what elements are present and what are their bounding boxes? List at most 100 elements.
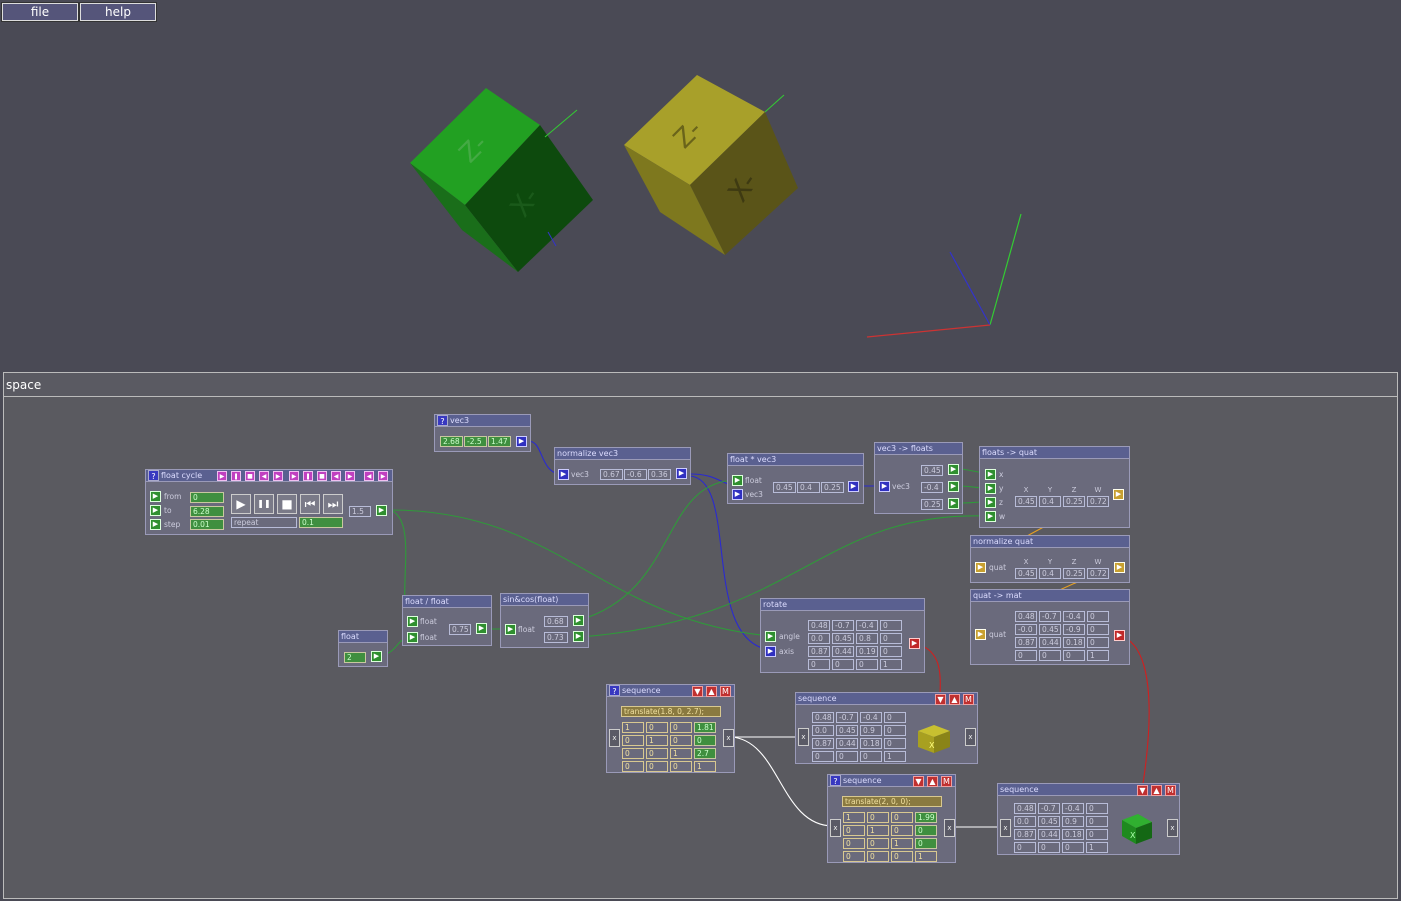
cycle-mode-button-6[interactable]: ▶	[289, 471, 299, 481]
sin-cos-node[interactable]: sin&cos(float) ▶ float 0.68 0.73 ▶ ▶	[500, 593, 589, 648]
menu-button[interactable]: M	[720, 686, 731, 697]
dividend-input-port[interactable]: ▶	[407, 616, 418, 627]
float-divide-output-port[interactable]: ▶	[476, 623, 487, 634]
sequence-1-output-port[interactable]: x	[723, 729, 734, 747]
cycle-mode-button-4[interactable]: ◀	[259, 471, 269, 481]
forward-button[interactable]: ⏭	[323, 494, 343, 514]
file-menu-button[interactable]: file	[1, 2, 79, 22]
float-cycle-node[interactable]: ? float cycle ▶ ❚ ■ ◀ ▶ ▶ ❚ ■ ◀ ▶ ◀ ▶ ▶ ▶…	[145, 469, 393, 535]
sequence-node-4[interactable]: sequence ▼ ▲ M x 0.48 -0.7 -0.4 0 0.0 0.45 0.9…	[997, 783, 1180, 855]
help-button[interactable]: ?	[609, 685, 620, 696]
sequence-2-input-port[interactable]: x	[798, 728, 809, 746]
normalize-quat-input-port[interactable]: ▶	[975, 562, 986, 573]
floats-to-quat-node[interactable]: floats -> quat ▶ ▶ ▶ ▶ x y z w X Y Z W 0…	[979, 446, 1130, 528]
quat-output-port[interactable]: ▶	[1113, 489, 1124, 500]
move-up-button[interactable]: ▲	[706, 686, 717, 697]
vec3-output-port[interactable]: ▶	[516, 436, 527, 447]
float-node[interactable]: float 2 ▶	[338, 630, 388, 667]
quat-to-mat-node[interactable]: quat -> mat ▶ quat 0.48 -0.7 -0.4 0 -0.0 0.45…	[970, 589, 1130, 665]
axis-input-port[interactable]: ▶	[765, 646, 776, 657]
move-down-button[interactable]: ▼	[913, 776, 924, 787]
sequence-3-output-port[interactable]: x	[944, 819, 955, 837]
cycle-output-port[interactable]: ▶	[376, 505, 387, 516]
play-button[interactable]: ▶	[231, 494, 251, 514]
float-divide-node[interactable]: float / float ▶ ▶ float float 0.75 ▶	[402, 595, 492, 646]
cycle-rate-field[interactable]: 0.1	[299, 517, 343, 528]
sequence-node-3[interactable]: ? sequence ▼ ▲ M x translate(2, 0, 0); 10…	[827, 774, 956, 863]
to-input-port[interactable]: ▶	[150, 505, 161, 516]
rotate-output-port[interactable]: ▶	[909, 638, 920, 649]
cycle-mode-button-1[interactable]: ▶	[217, 471, 227, 481]
help-button[interactable]: ?	[830, 775, 841, 786]
float-times-vec3-node[interactable]: float * vec3 ▶ float ▶ vec3 0.45 0.4 0.2…	[727, 453, 864, 504]
floatvec3-output-port[interactable]: ▶	[848, 481, 859, 492]
quat-to-mat-output-port[interactable]: ▶	[1114, 630, 1125, 641]
menu-button[interactable]: M	[963, 694, 974, 705]
3d-viewport[interactable]: Z- X- Z- X-	[0, 0, 1401, 372]
sin-cos-input-port[interactable]: ▶	[505, 624, 516, 635]
sequence-2-output-port[interactable]: x	[965, 728, 976, 746]
vec3-z-field[interactable]: 1.47	[488, 436, 511, 447]
quat-to-mat-input-port[interactable]: ▶	[975, 629, 986, 640]
to-field[interactable]: 6.28	[190, 506, 224, 517]
move-up-button[interactable]: ▲	[927, 776, 938, 787]
move-down-button[interactable]: ▼	[935, 694, 946, 705]
move-down-button[interactable]: ▼	[692, 686, 703, 697]
from-field[interactable]: 0	[190, 492, 224, 503]
cycle-mode-button-8[interactable]: ■	[317, 471, 327, 481]
divisor-input-port[interactable]: ▶	[407, 632, 418, 643]
float-input-port[interactable]: ▶	[732, 475, 743, 486]
rewind-button[interactable]: ⏮	[300, 494, 320, 514]
normalize-quat-output-port[interactable]: ▶	[1114, 562, 1125, 573]
floats-z-output-port[interactable]: ▶	[948, 498, 959, 509]
cycle-mode-button-2[interactable]: ❚	[231, 471, 241, 481]
quat-z-input-port[interactable]: ▶	[985, 497, 996, 508]
space-panel[interactable]: space	[3, 372, 1398, 899]
float-value-field[interactable]: 2	[344, 652, 366, 663]
cos-output-port[interactable]: ▶	[573, 631, 584, 642]
sequence-node-1[interactable]: ? sequence ▼ ▲ M x translate(1.8, 0, 2.7)…	[606, 684, 735, 773]
sequence-4-input-port[interactable]: x	[1000, 819, 1011, 837]
vec3-node[interactable]: ? vec3 2.68 -2.5 1.47 ▶	[434, 414, 531, 452]
sequence-1-expression[interactable]: translate(1.8, 0, 2.7);	[621, 706, 721, 717]
step-input-port[interactable]: ▶	[150, 519, 161, 530]
menu-button[interactable]: M	[1165, 785, 1176, 796]
help-menu-button[interactable]: help	[79, 2, 157, 22]
vec3-x-field[interactable]: 2.68	[440, 436, 463, 447]
vec3-to-floats-input-port[interactable]: ▶	[879, 481, 890, 492]
vec3-y-field[interactable]: -2.5	[464, 436, 487, 447]
cycle-mode-button-7[interactable]: ❚	[303, 471, 313, 481]
cycle-mode-select[interactable]: repeat	[231, 517, 297, 528]
move-up-button[interactable]: ▲	[949, 694, 960, 705]
help-button[interactable]: ?	[437, 415, 448, 426]
move-up-button[interactable]: ▲	[1151, 785, 1162, 796]
quat-y-input-port[interactable]: ▶	[985, 483, 996, 494]
pause-button[interactable]: ❚❚	[254, 494, 274, 514]
sequence-3-expression[interactable]: translate(2, 0, 0);	[842, 796, 942, 807]
normalize-quat-node[interactable]: normalize quat ▶ quat X Y Z W 0.45 0.4 0…	[970, 535, 1130, 583]
from-input-port[interactable]: ▶	[150, 491, 161, 502]
menu-button[interactable]: M	[941, 776, 952, 787]
vec3-to-floats-node[interactable]: vec3 -> floats ▶ vec3 0.45 -0.4 0.25 ▶ ▶…	[874, 442, 963, 514]
cycle-mode-button-9[interactable]: ◀	[331, 471, 341, 481]
floats-y-output-port[interactable]: ▶	[948, 481, 959, 492]
sequence-1-input-port[interactable]: x	[609, 729, 620, 747]
vec3-input-port[interactable]: ▶	[732, 489, 743, 500]
move-down-button[interactable]: ▼	[1137, 785, 1148, 796]
cycle-mode-button-10[interactable]: ▶	[345, 471, 355, 481]
sequence-4-output-port[interactable]: x	[1167, 819, 1178, 837]
stop-button[interactable]: ■	[277, 494, 297, 514]
sequence-node-2[interactable]: sequence ▼ ▲ M x 0.48 -0.7 -0.4 0 0.0 0.45 0.9…	[795, 692, 978, 764]
cycle-mode-button-3[interactable]: ■	[245, 471, 255, 481]
cycle-mode-button-5[interactable]: ▶	[273, 471, 283, 481]
rotate-node[interactable]: rotate ▶ ▶ angle axis 0.48 -0.7 -0.4 0 0.0 0.…	[760, 598, 925, 673]
sequence-3-input-port[interactable]: x	[830, 819, 841, 837]
normalize-vec3-output-port[interactable]: ▶	[676, 468, 687, 479]
normalize-vec3-node[interactable]: normalize vec3 ▶ vec3 0.67 -0.6 0.36 ▶	[554, 447, 691, 485]
quat-w-input-port[interactable]: ▶	[985, 511, 996, 522]
cycle-prev-button[interactable]: ◀	[364, 471, 374, 481]
step-field[interactable]: 0.01	[190, 519, 224, 530]
help-button[interactable]: ?	[148, 470, 159, 481]
normalize-vec3-input-port[interactable]: ▶	[558, 469, 569, 480]
quat-x-input-port[interactable]: ▶	[985, 469, 996, 480]
